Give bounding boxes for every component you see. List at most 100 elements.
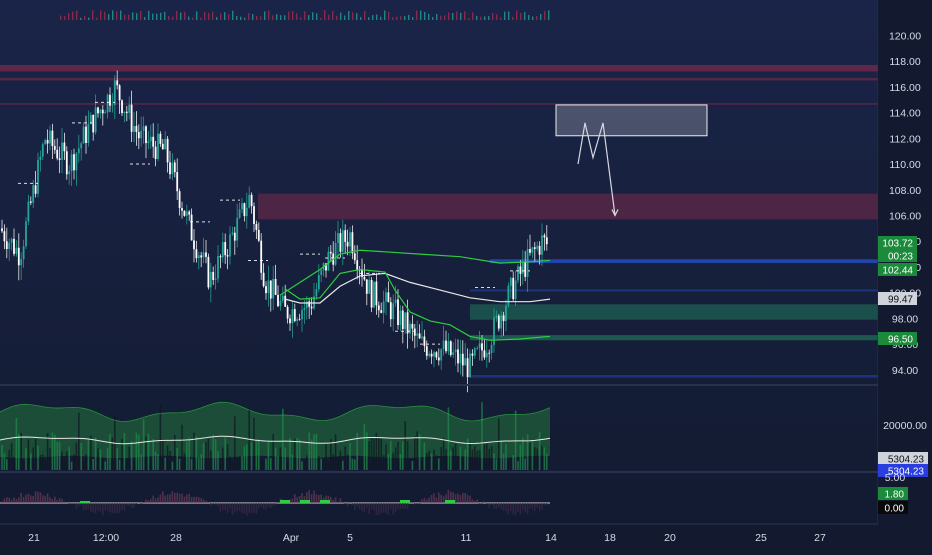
osc-bar (227, 503, 229, 513)
osc-bar (407, 503, 409, 509)
volume-bar (131, 441, 133, 470)
osc-bar (481, 503, 483, 504)
osc-bar (491, 503, 493, 505)
volume-bar (496, 458, 498, 470)
candle-body (8, 243, 10, 249)
volume-bar (169, 451, 171, 470)
candle-body (61, 143, 63, 160)
osc-bar (140, 503, 142, 505)
candle-body (169, 162, 171, 174)
candle-body (268, 280, 270, 293)
volume-bar (426, 453, 428, 470)
volume-bar (253, 418, 255, 470)
candle-body (318, 275, 320, 289)
candle-body (47, 140, 49, 144)
top-volume-tick (324, 10, 325, 20)
candle-body (244, 203, 246, 216)
volume-bar (280, 447, 282, 470)
osc-bar (97, 503, 99, 511)
volume-bar (227, 444, 229, 470)
osc-bar (421, 499, 423, 503)
price-axis[interactable]: 120.00118.00116.00114.00112.00110.00108.… (878, 0, 932, 550)
osc-bar (397, 503, 399, 509)
zone-resistance-main (258, 194, 878, 220)
osc-bar (380, 503, 382, 514)
top-volume-tick (468, 18, 469, 20)
candle-body (85, 127, 87, 143)
osc-bar (253, 503, 255, 513)
top-volume-tick (68, 13, 69, 20)
time-axis[interactable]: 2112:0028Apr5111418202527 (0, 525, 932, 550)
volume-bar (133, 461, 135, 470)
volume-bar (150, 459, 152, 470)
volume-bar (476, 451, 478, 470)
candle-body (440, 349, 442, 360)
osc-bar (536, 503, 538, 508)
projection-box[interactable] (556, 105, 707, 136)
osc-bar (85, 503, 87, 510)
top-volume-tick (284, 15, 285, 20)
volume-bar (292, 455, 294, 470)
top-volume-tick (356, 13, 357, 20)
candle-body (282, 296, 284, 301)
volume-bar (436, 455, 438, 470)
top-volume-tick (176, 11, 177, 20)
candle-body (71, 154, 73, 171)
osc-bar (496, 503, 498, 509)
candle-body (205, 252, 207, 257)
volume-bar (215, 439, 217, 470)
price-tick-label: 108.00 (889, 185, 921, 197)
osc-bar (234, 503, 236, 513)
candle-body (280, 301, 282, 306)
top-volume-tick (180, 13, 181, 20)
candle-body (196, 249, 198, 258)
candle-body (263, 273, 265, 286)
osc-bar (18, 497, 20, 503)
volume-bar (515, 411, 517, 470)
candle-body (88, 124, 90, 143)
volume-bar (294, 439, 296, 470)
candle-body (452, 352, 454, 355)
candle-body (136, 126, 138, 132)
osc-bar (479, 503, 481, 504)
volume-bar (224, 437, 226, 470)
osc-bar (395, 503, 397, 512)
osc-bar (116, 503, 118, 513)
chart-window: 120.00118.00116.00114.00112.00110.00108.… (0, 0, 932, 550)
candle-body (32, 185, 34, 203)
candle-body (294, 309, 296, 321)
candle-body (131, 105, 133, 132)
candle-body (128, 105, 130, 113)
top-volume-tick (280, 15, 281, 20)
volume-bar (325, 444, 327, 470)
osc-bar (275, 503, 277, 505)
volume-bar (256, 441, 258, 470)
volume-bar (232, 461, 234, 470)
price-chart[interactable]: 120.00118.00116.00114.00112.00110.00108.… (0, 0, 932, 550)
osc-bar (258, 503, 260, 509)
candle-body (503, 315, 505, 321)
osc-bar (359, 503, 361, 510)
volume-bar (191, 459, 193, 470)
volume-bar (323, 459, 325, 470)
volume-bar (464, 449, 466, 470)
top-volume-tick (192, 18, 193, 20)
top-volume-tick (508, 11, 509, 20)
candle-body (232, 233, 234, 235)
candle-body (335, 243, 337, 265)
top-volume-tick (460, 13, 461, 20)
top-volume-tick (416, 11, 417, 20)
top-volume-tick (348, 11, 349, 20)
candle-body (392, 303, 394, 319)
zone-support-98 (470, 304, 878, 319)
osc-bar (313, 490, 315, 503)
volume-bar (76, 442, 78, 470)
price-tick-label: 98.00 (892, 313, 918, 325)
candle-body (215, 279, 217, 280)
osc-bar (232, 503, 234, 515)
volume-bar (539, 432, 541, 470)
osc-bar (162, 491, 164, 503)
volume-bar (42, 454, 44, 470)
osc-bar (157, 498, 159, 503)
candle-body (308, 301, 310, 306)
